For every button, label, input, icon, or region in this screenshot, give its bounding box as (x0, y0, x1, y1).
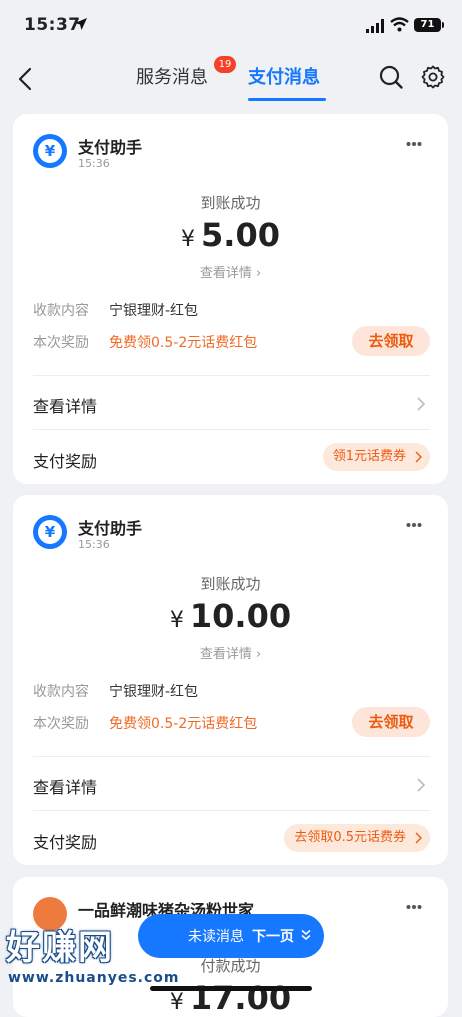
amount-value: 17.00 (189, 979, 292, 1017)
content-label: 收款内容 (33, 303, 89, 319)
chevron-right-icon (417, 397, 426, 411)
watermark-url: www.zhuanyes.com (8, 970, 180, 986)
yuan-icon: ¥ (38, 520, 62, 544)
next-page-label: 下一页 (252, 929, 294, 945)
location-arrow-icon (75, 18, 87, 30)
chevron-right-icon (415, 451, 422, 463)
payment-message-card: ¥ 支付助手 15:36 到账成功 ¥10.00 查看详情 › 收款内容 宁银理… (13, 495, 448, 865)
status-bar: 15:37 71 (0, 0, 462, 54)
coupon-label: 去领取0.5元话费券 (294, 830, 406, 845)
view-details-label: 查看详情 (199, 647, 252, 662)
message-time: 15:36 (78, 157, 110, 170)
chevron-right-icon (415, 832, 422, 844)
battery-indicator: 71 (414, 18, 441, 32)
transaction-status: 到账成功 (200, 575, 261, 593)
divider (33, 375, 430, 376)
divider (33, 429, 430, 430)
coupon-pill[interactable]: 领1元话费券 (322, 443, 430, 471)
more-options-icon[interactable] (406, 904, 422, 910)
sender-name: 支付助手 (78, 138, 143, 157)
amount-value: 10.00 (189, 597, 292, 635)
unread-count-badge: 19 (214, 56, 236, 73)
transaction-status: 到账成功 (200, 194, 261, 212)
watermark-title: 好赚网 (6, 928, 114, 968)
content-value: 宁银理财-红包 (109, 303, 199, 319)
tab-payment-messages[interactable]: 支付消息 (248, 64, 320, 100)
row-payment-reward[interactable]: 支付奖励 (33, 829, 97, 853)
divider (33, 756, 430, 757)
active-tab-indicator (248, 98, 326, 101)
payment-message-card: ¥ 支付助手 15:36 到账成功 ¥5.00 查看详情 › 收款内容 宁银理财… (13, 114, 448, 484)
yuan-icon: ¥ (38, 139, 62, 163)
chevron-right-icon: › (255, 266, 262, 281)
tab-service-messages[interactable]: 服务消息 (136, 64, 208, 100)
currency-symbol: ¥ (181, 227, 196, 252)
claim-reward-button[interactable]: 去领取 (352, 707, 430, 737)
home-indicator[interactable] (150, 986, 312, 991)
content-value: 宁银理财-红包 (109, 684, 199, 700)
double-chevron-down-icon (301, 929, 311, 940)
divider (33, 810, 430, 811)
coupon-pill[interactable]: 去领取0.5元话费券 (284, 824, 430, 852)
message-time: 15:36 (78, 538, 110, 551)
row-view-details[interactable]: 查看详情 (33, 393, 97, 417)
amount-display: ¥5.00 (13, 216, 448, 254)
view-details-label: 查看详情 (199, 266, 252, 281)
reward-value: 免费领0.5-2元话费红包 (109, 716, 258, 732)
coupon-label: 领1元话费券 (332, 449, 406, 464)
chevron-right-icon: › (255, 647, 262, 662)
gear-icon[interactable] (420, 64, 446, 90)
sender-name: 支付助手 (78, 519, 143, 538)
row-payment-reward[interactable]: 支付奖励 (33, 448, 97, 472)
reward-value: 免费领0.5-2元话费红包 (109, 335, 258, 351)
chevron-right-icon (417, 778, 426, 792)
cellular-signal-icon (366, 19, 384, 33)
reward-label: 本次奖励 (33, 716, 89, 732)
row-view-details[interactable]: 查看详情 (33, 774, 97, 798)
amount-display: ¥10.00 (13, 597, 448, 635)
reward-label: 本次奖励 (33, 335, 89, 351)
wifi-icon (390, 17, 409, 32)
back-arrow-icon[interactable] (14, 66, 38, 92)
amount-value: 5.00 (201, 216, 280, 254)
view-details-link[interactable]: 查看详情 › (13, 262, 448, 281)
search-icon[interactable] (378, 64, 404, 90)
view-details-link[interactable]: 查看详情 › (13, 643, 448, 662)
more-options-icon[interactable] (406, 141, 422, 147)
payment-assistant-avatar: ¥ (33, 134, 67, 168)
battery-tip (442, 22, 444, 28)
currency-symbol: ¥ (169, 608, 184, 633)
status-time: 15:37 (24, 15, 81, 35)
more-options-icon[interactable] (406, 522, 422, 528)
content-label: 收款内容 (33, 684, 89, 700)
payment-assistant-avatar: ¥ (33, 515, 67, 549)
claim-reward-button[interactable]: 去领取 (352, 326, 430, 356)
